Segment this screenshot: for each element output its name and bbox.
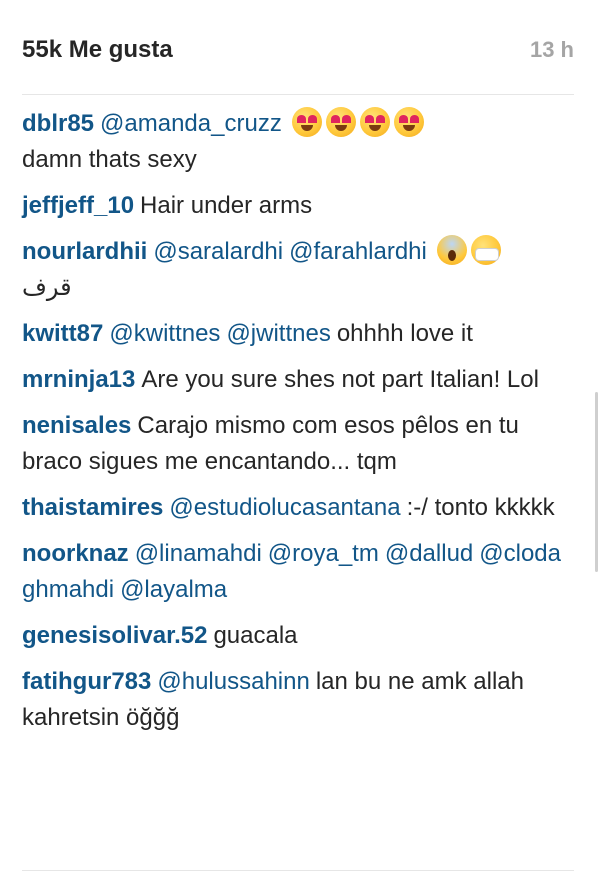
comment-username[interactable]: nenisales	[22, 412, 131, 439]
heart-eyes-emoji-icon	[291, 107, 322, 137]
heart-eyes-emoji-icon	[359, 107, 390, 137]
comment-mention[interactable]: @amanda_cruzz	[100, 110, 282, 137]
comment-text: damn thats sexy	[22, 146, 197, 173]
heart-eyes-emoji-icon	[393, 107, 424, 137]
bottom-divider	[22, 870, 574, 871]
post-time[interactable]: 13 h	[530, 37, 574, 63]
comment-mention[interactable]: @layalma	[120, 576, 227, 603]
comment-text: :-/ tonto kkkkk	[406, 494, 555, 521]
comment-item: noorknaz @linamahdi @roya_tm @dallud @clodag…	[22, 536, 574, 608]
comment-username[interactable]: mrninja13	[22, 366, 135, 393]
scrollbar[interactable]	[595, 392, 598, 572]
comment-mention[interactable]: @roya_tm	[268, 540, 379, 567]
comment-text: guacala	[213, 622, 298, 649]
comment-username[interactable]: noorknaz	[22, 540, 129, 567]
comment-mention[interactable]: @kwittnes	[109, 320, 220, 347]
comment-mention[interactable]: @saralardhi	[153, 238, 283, 265]
comment-username[interactable]: thaistamires	[22, 494, 163, 521]
comment-username[interactable]: nourlardhii	[22, 238, 147, 265]
post-header: 55k Me gusta 13 h	[22, 30, 574, 70]
comment-mention[interactable]: @farahlardhi	[289, 238, 427, 265]
comment-mention[interactable]: @dallud	[385, 540, 473, 567]
comment-mention[interactable]: @jwittnes	[226, 320, 330, 347]
comment-username[interactable]: genesisolivar.52	[22, 622, 207, 649]
comments-list: dblr85 @amanda_cruzzdamn thats sexy jeffje…	[22, 106, 574, 746]
comment-item: genesisolivar.52 guacala	[22, 618, 574, 654]
comment-mention[interactable]: @linamahdi	[135, 540, 262, 567]
top-divider	[22, 94, 574, 95]
comment-item: nenisales Carajo mismo com esos pêlos en …	[22, 408, 574, 480]
comment-username[interactable]: jeffjeff_10	[22, 192, 134, 219]
comment-item: jeffjeff_10 Hair under arms	[22, 188, 574, 224]
comment-item: dblr85 @amanda_cruzzdamn thats sexy	[22, 106, 574, 178]
likes-count[interactable]: 55k Me gusta	[22, 36, 173, 64]
comment-item: mrninja13 Are you sure shes not part Ital…	[22, 362, 574, 398]
comments-panel: 55k Me gusta 13 h dblr85 @amanda_cruzzdam…	[0, 0, 600, 873]
comment-item: thaistamires @estudiolucasantana:-/ tonto…	[22, 490, 574, 526]
comment-username[interactable]: dblr85	[22, 110, 94, 137]
comment-text: ohhhh love it	[336, 320, 473, 347]
comment-item: kwitt87 @kwittnes @jwittnes ohhhh love it	[22, 316, 574, 352]
comment-item: fatihgur783 @hulussahinn lan bu ne amk all…	[22, 664, 574, 736]
heart-eyes-emoji-icon	[325, 107, 356, 137]
scream-emoji-icon	[436, 235, 467, 265]
comment-text: Hair under arms	[140, 192, 313, 219]
comment-username[interactable]: kwitt87	[22, 320, 103, 347]
comment-username[interactable]: fatihgur783	[22, 668, 151, 695]
comment-text: Are you sure shes not part Italian! Lol	[141, 366, 539, 393]
comment-mention[interactable]: @estudiolucasantana	[169, 494, 400, 521]
comment-item: nourlardhii @saralardhi @farahlardhi قرف	[22, 234, 574, 306]
comment-mention[interactable]: @hulussahinn	[157, 668, 309, 695]
comment-text: قرف	[22, 274, 72, 301]
mask-emoji-icon	[470, 235, 501, 265]
